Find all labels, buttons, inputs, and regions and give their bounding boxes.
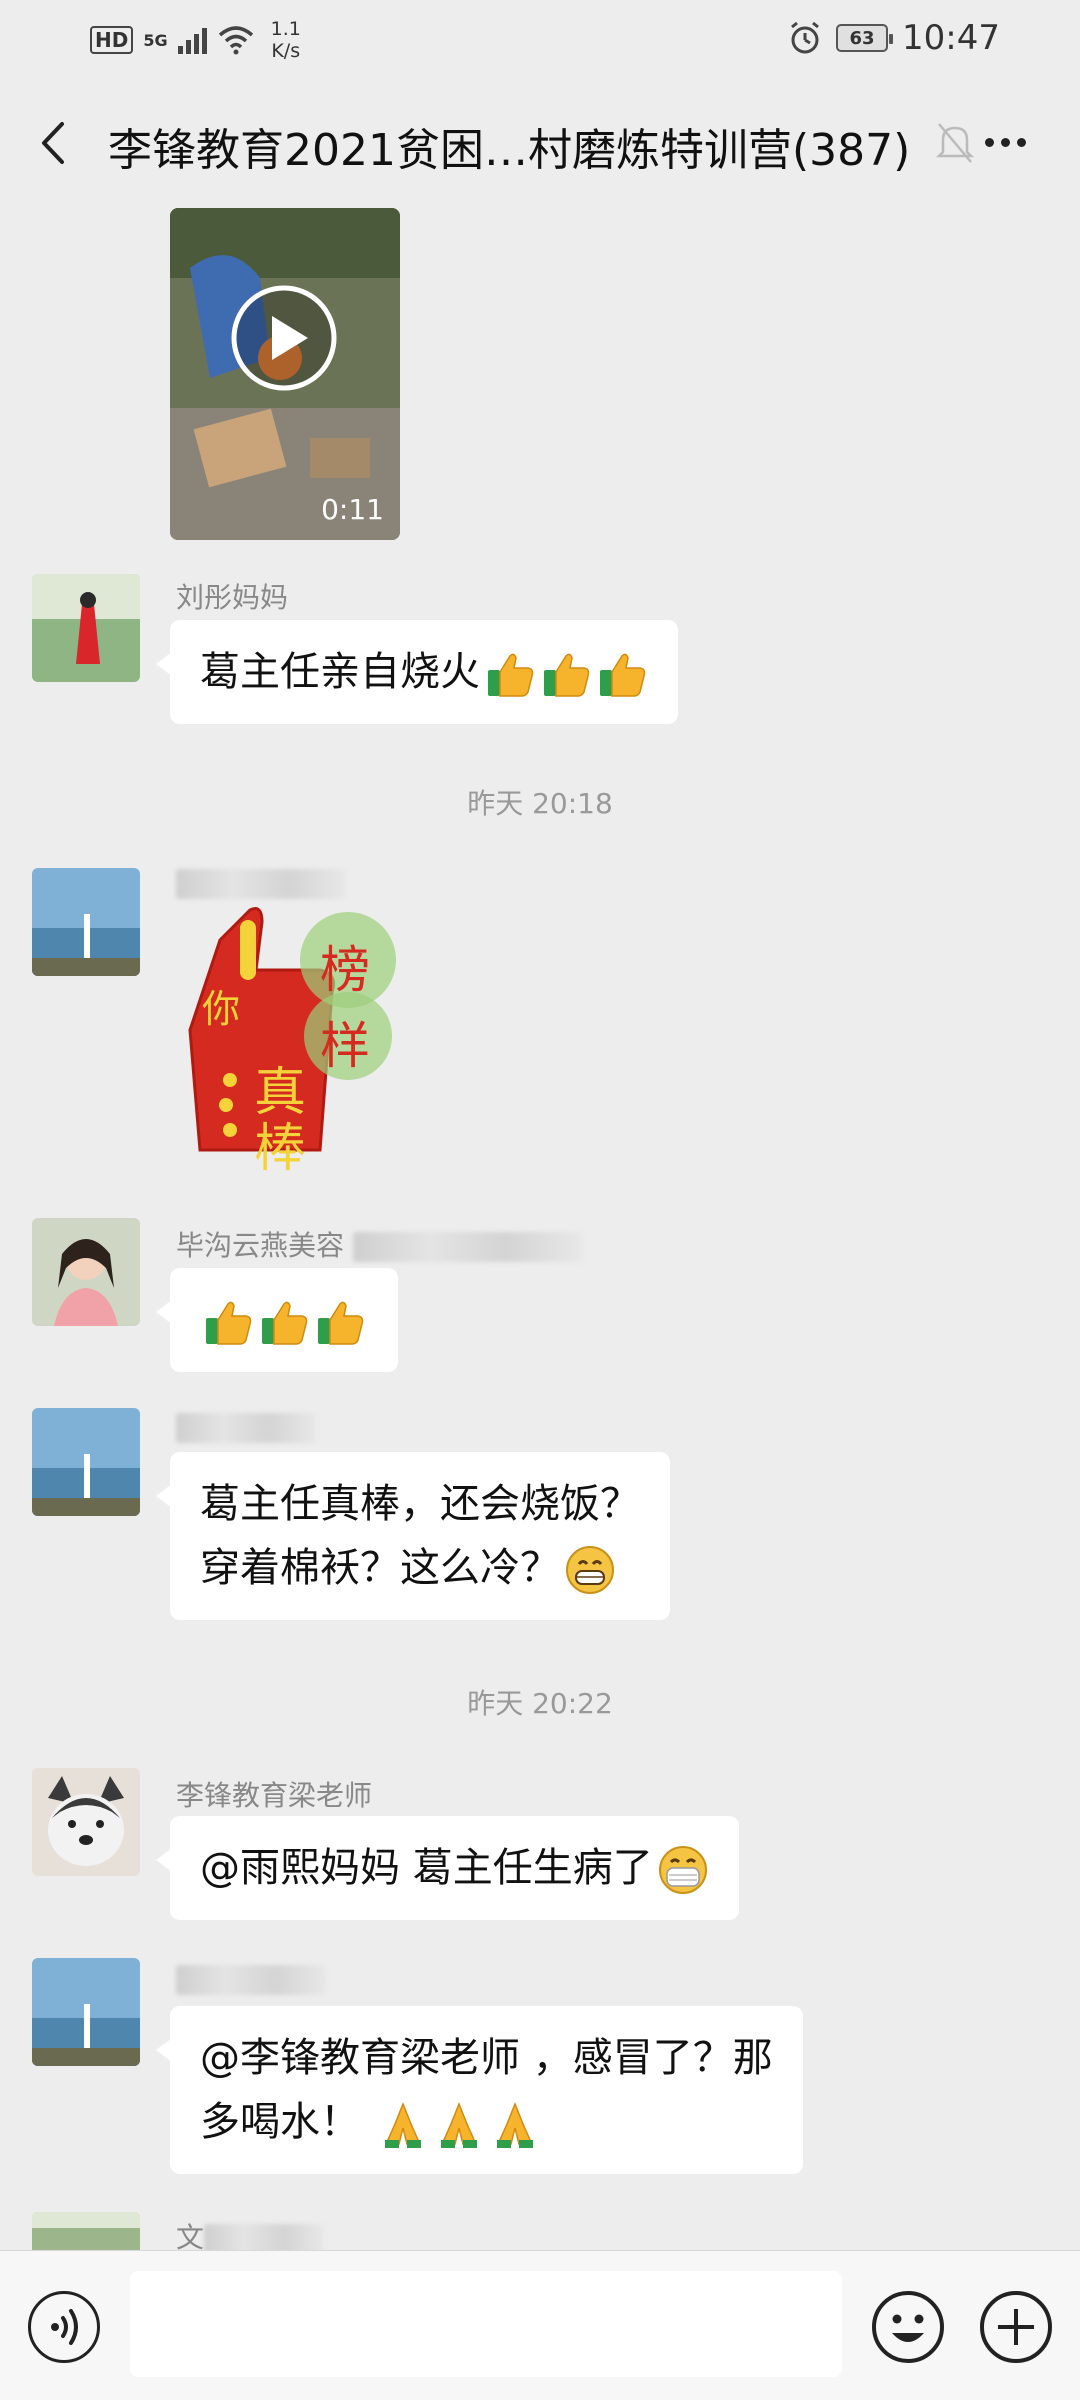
thumbs-up-icon xyxy=(484,648,536,700)
network-type: 5G xyxy=(143,30,168,50)
battery-icon: 63 xyxy=(836,24,894,52)
message-bubble[interactable] xyxy=(156,1268,398,1372)
message-bubble[interactable]: 葛主任真棒，还会烧饭？ 穿着棉袄？这么冷？ xyxy=(156,1452,670,1620)
sender-name xyxy=(176,1410,316,1443)
network-speed: 1.1 K/s xyxy=(271,18,301,62)
sticker-message[interactable]: 你 真 棒 榜 样 xyxy=(170,900,410,1180)
more-icon[interactable] xyxy=(975,120,1035,164)
timestamp: 昨天 20:18 xyxy=(467,787,613,820)
message-text: 葛主任真棒，还会烧饭？ xyxy=(200,1481,640,1527)
hd-badge: HD xyxy=(90,26,134,54)
message-text: 穿着棉袄？这么冷？ xyxy=(200,1545,560,1591)
thumbs-up-icon xyxy=(314,1296,366,1348)
sticker-text-bang: 棒 xyxy=(254,1119,307,1179)
status-bar: HD 5G 1.1 K/s 63 10:47 xyxy=(0,0,1080,80)
sender-name xyxy=(176,1962,326,1995)
message-bubble[interactable]: 葛主任亲自烧火 xyxy=(156,620,678,724)
grinning-face-icon xyxy=(564,1544,616,1596)
plus-icon[interactable] xyxy=(978,2289,1054,2365)
alarm-icon xyxy=(791,21,819,54)
avatar[interactable] xyxy=(32,1218,140,1326)
message-composer xyxy=(0,2250,1080,2400)
sender-name-blurred xyxy=(176,1413,316,1443)
sticker-text-bang2: 榜 xyxy=(320,941,370,999)
avatar[interactable] xyxy=(32,1958,140,2066)
message-text: @雨熙妈妈 葛主任生病了 xyxy=(200,1845,653,1891)
sender-name-blurred xyxy=(352,1232,583,1262)
wifi-icon xyxy=(218,26,253,55)
avatar[interactable] xyxy=(32,1408,140,1516)
message-text-line2: 多喝水！ xyxy=(200,2090,773,2154)
message-bubble[interactable]: @李锋教育梁老师 ，感冒了？那 多喝水！ xyxy=(156,2006,803,2174)
message-bubble[interactable]: @雨熙妈妈 葛主任生病了 xyxy=(156,1816,739,1920)
message-text: 葛主任亲自烧火 xyxy=(200,649,480,695)
thumbs-up-icon xyxy=(258,1296,310,1348)
play-icon[interactable] xyxy=(230,284,338,392)
video-message[interactable]: 0:11 xyxy=(170,208,400,540)
thumbs-up-icon xyxy=(540,648,592,700)
avatar[interactable] xyxy=(32,868,140,976)
sender-name-blurred xyxy=(176,1965,326,1995)
signal-icon xyxy=(177,26,207,54)
message-text: 多喝水！ xyxy=(200,2099,360,2145)
sender-name xyxy=(176,866,346,899)
video-duration: 0:11 xyxy=(321,493,384,526)
back-icon[interactable] xyxy=(30,118,80,168)
sender-name-text: 毕沟云燕美容 xyxy=(176,1229,345,1262)
clock: 10:47 xyxy=(902,18,1000,58)
sticker-text-ni: 你 xyxy=(202,987,241,1031)
sticker-text-yang: 样 xyxy=(320,1017,370,1075)
speed-value: 1.1 xyxy=(270,18,301,40)
sender-name: 刘彤妈妈 xyxy=(176,576,288,616)
sender-name-text: 刘彤妈妈 xyxy=(176,581,289,614)
message-text-line2: 穿着棉袄？这么冷？ xyxy=(200,1536,640,1600)
avatar[interactable] xyxy=(32,2212,140,2250)
sender-name: 毕沟云燕美容 xyxy=(176,1224,583,1264)
mute-bell-icon xyxy=(935,123,975,163)
mask-face-icon xyxy=(657,1844,709,1896)
avatar[interactable] xyxy=(32,1768,140,1876)
sender-name-blurred xyxy=(176,869,346,899)
voice-icon[interactable] xyxy=(28,2291,100,2363)
pray-icon xyxy=(377,2098,429,2150)
thumbs-up-icon xyxy=(202,1296,254,1348)
message-text: @李锋教育梁老师 ，感冒了？那 xyxy=(200,2035,773,2081)
sender-name: 李锋教育梁老师 xyxy=(176,1779,373,1812)
emoji-icon[interactable] xyxy=(870,2289,946,2365)
pray-icon xyxy=(433,2098,485,2150)
chat-title: 李锋教育2021贫困…村磨炼特训营(387) xyxy=(108,125,911,176)
pray-icon xyxy=(489,2098,541,2150)
chat-header: 李锋教育2021贫困…村磨炼特训营(387) xyxy=(0,90,1080,200)
speed-unit: K/s xyxy=(271,40,301,62)
thumbs-up-icon xyxy=(596,648,648,700)
avatar[interactable] xyxy=(32,574,140,682)
timestamp: 昨天 20:22 xyxy=(467,1687,613,1720)
message-input[interactable] xyxy=(130,2271,842,2377)
